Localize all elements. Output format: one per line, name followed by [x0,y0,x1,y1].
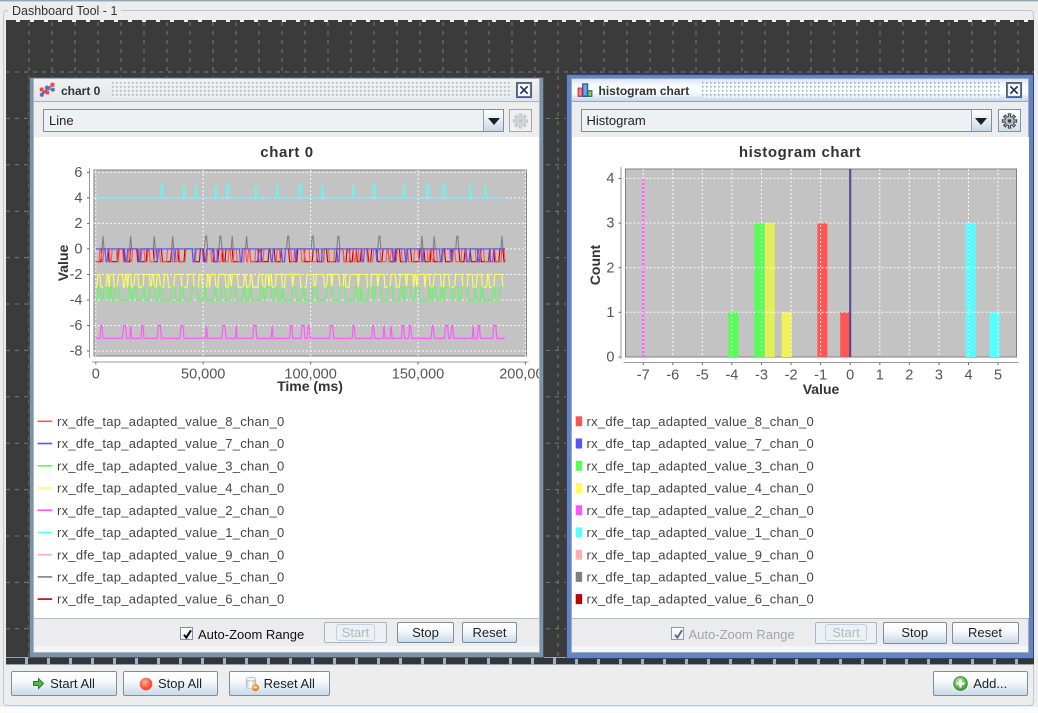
svg-text:3: 3 [934,368,942,384]
svg-text:rx_dfe_tap_adapted_value_8_cha: rx_dfe_tap_adapted_value_8_chan_0 [586,414,814,429]
svg-text:2: 2 [606,260,614,276]
svg-text:50,000: 50,000 [181,367,225,383]
svg-text:4: 4 [74,190,82,206]
svg-text:rx_dfe_tap_adapted_value_1_cha: rx_dfe_tap_adapted_value_1_chan_0 [586,525,814,540]
svg-text:3: 3 [606,216,614,232]
svg-text:rx_dfe_tap_adapted_value_6_cha: rx_dfe_tap_adapted_value_6_chan_0 [57,592,285,607]
svg-text:rx_dfe_tap_adapted_value_5_cha: rx_dfe_tap_adapted_value_5_chan_0 [57,570,285,585]
svg-text:150,000: 150,000 [392,367,444,383]
svg-text:-5: -5 [695,368,708,384]
svg-text:rx_dfe_tap_adapted_value_1_cha: rx_dfe_tap_adapted_value_1_chan_0 [57,525,285,540]
svg-text:histogram chart: histogram chart [738,144,860,161]
svg-text:-2: -2 [784,368,797,384]
svg-text:rx_dfe_tap_adapted_value_7_cha: rx_dfe_tap_adapted_value_7_chan_0 [57,436,285,451]
svg-text:5: 5 [993,368,1001,384]
svg-text:rx_dfe_tap_adapted_value_2_cha: rx_dfe_tap_adapted_value_2_chan_0 [57,503,285,518]
svg-text:Time (ms): Time (ms) [277,378,343,394]
svg-text:-4: -4 [70,293,83,309]
svg-text:-3: -3 [755,368,768,384]
svg-text:6: 6 [74,165,82,181]
svg-text:rx_dfe_tap_adapted_value_3_cha: rx_dfe_tap_adapted_value_3_chan_0 [586,458,814,473]
svg-text:rx_dfe_tap_adapted_value_5_cha: rx_dfe_tap_adapted_value_5_chan_0 [586,570,814,585]
svg-text:chart 0: chart 0 [260,144,313,161]
svg-text:Value: Value [55,245,71,282]
svg-text:4: 4 [964,368,972,384]
svg-text:rx_dfe_tap_adapted_value_2_cha: rx_dfe_tap_adapted_value_2_chan_0 [586,503,814,518]
svg-text:rx_dfe_tap_adapted_value_4_cha: rx_dfe_tap_adapted_value_4_chan_0 [586,481,814,496]
svg-text:2: 2 [74,216,82,232]
svg-text:-8: -8 [70,344,83,360]
svg-text:200,000: 200,000 [499,367,539,383]
svg-text:rx_dfe_tap_adapted_value_6_cha: rx_dfe_tap_adapted_value_6_chan_0 [586,592,814,607]
svg-text:rx_dfe_tap_adapted_value_9_cha: rx_dfe_tap_adapted_value_9_chan_0 [586,547,814,562]
svg-text:Count: Count [587,244,603,285]
svg-text:0: 0 [92,367,100,383]
svg-text:-6: -6 [70,318,83,334]
svg-text:2: 2 [905,368,913,384]
svg-text:0: 0 [74,242,82,258]
svg-text:rx_dfe_tap_adapted_value_3_cha: rx_dfe_tap_adapted_value_3_chan_0 [57,458,285,473]
svg-text:4: 4 [606,171,614,187]
svg-text:Value: Value [802,381,839,397]
svg-text:-2: -2 [70,267,83,283]
svg-text:-4: -4 [725,368,738,384]
svg-text:rx_dfe_tap_adapted_value_8_cha: rx_dfe_tap_adapted_value_8_chan_0 [57,414,285,429]
svg-text:1: 1 [875,368,883,384]
svg-text:1: 1 [606,305,614,321]
svg-text:0: 0 [606,350,614,366]
svg-text:-7: -7 [636,368,649,384]
svg-text:rx_dfe_tap_adapted_value_7_cha: rx_dfe_tap_adapted_value_7_chan_0 [586,436,814,451]
svg-text:rx_dfe_tap_adapted_value_9_cha: rx_dfe_tap_adapted_value_9_chan_0 [57,547,285,562]
svg-text:0: 0 [846,368,854,384]
svg-text:rx_dfe_tap_adapted_value_4_cha: rx_dfe_tap_adapted_value_4_chan_0 [57,481,285,496]
svg-text:-6: -6 [666,368,679,384]
